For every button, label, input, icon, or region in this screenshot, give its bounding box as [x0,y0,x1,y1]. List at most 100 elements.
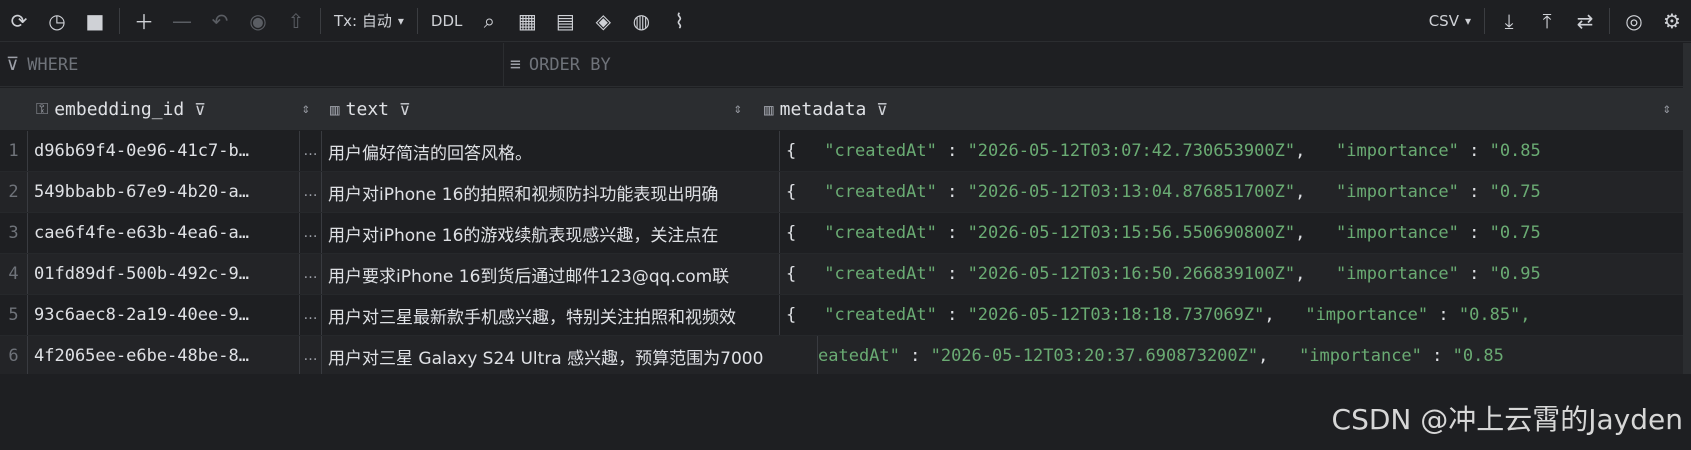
json-colon: : [1458,223,1490,243]
toolbar-divider [1609,7,1610,34]
json-comma: , [1295,223,1337,243]
text-cell[interactable]: 用户对iPhone 16的游戏续航表现感兴趣，关注点在 [322,213,780,253]
table-row[interactable]: 2 549bbabb-67e9-4b20-a… … 用户对iPhone 16的拍… [0,172,1691,213]
search-icon[interactable]: ⌕ [474,6,504,36]
column-header-metadata[interactable]: ▥ metadata ⊽ ⇕ [754,88,1691,130]
globe-icon[interactable]: ◍ [626,6,656,36]
text-cell[interactable]: 用户对iPhone 16的拍照和视频防抖功能表现出明确 [322,172,780,212]
vertical-scrollbar[interactable] [1683,43,1691,374]
table-row[interactable]: 6 4f2065ee-e6be-48be-8… … 用户对三星 Galaxy S… [0,336,1691,377]
table-row[interactable]: 3 cae6f4fe-e63b-4ea6-a… … 用户对iPhone 16的游… [0,213,1691,254]
preview-icon[interactable]: ◉ [243,6,273,36]
text-cell[interactable]: 用户偏好简洁的回答风格。 [322,131,780,171]
json-value: "0.75 [1489,182,1541,202]
metadata-cell[interactable]: { "createdAt" : "2026-05-12T03:18:18.737… [780,295,1691,335]
remove-row-icon[interactable]: — [167,6,197,36]
column-filter-icon[interactable]: ⊽ [194,100,206,119]
orderby-filter[interactable]: ≡ ORDER BY [504,43,611,86]
metadata-cell[interactable]: { "createdAt" : "2026-05-12T03:07:42.730… [780,131,1691,171]
json-colon: : [1421,346,1453,366]
embedding-id-cell[interactable]: 93c6aec8-2a19-40ee-9… [28,295,300,335]
column-label-embedding-id: embedding_id [54,98,185,120]
column-filter-icon[interactable]: ⊽ [876,100,888,119]
sort-icon[interactable]: ⇕ [1663,101,1671,117]
json-key: "importance" [1336,264,1459,284]
text-cell[interactable]: 用户要求iPhone 16到货后通过邮件123@qq.com联 [322,254,780,294]
json-key: "createdAt" [824,305,937,325]
export-format-label: CSV [1428,11,1459,30]
json-brace: { [786,305,797,325]
row-number: 3 [0,213,28,253]
embedding-id-cell[interactable]: cae6f4fe-e63b-4ea6-a… [28,213,300,253]
submit-icon[interactable]: ⇧ [281,6,311,36]
transaction-mode-label: Tx: 自动 [334,12,392,30]
table-row[interactable]: 4 01fd89df-500b-492c-9… … 用户要求iPhone 16到… [0,254,1691,295]
json-colon: : [1458,182,1490,202]
ellipsis-cell: … [300,254,322,294]
filter-icon: ⊽ [6,54,20,75]
row-number: 4 [0,254,28,294]
paint-icon[interactable]: ◈ [588,6,618,36]
download-icon[interactable]: ⤓ [1494,6,1524,36]
stop-icon[interactable]: ■ [80,6,110,36]
embedding-id-cell[interactable]: 01fd89df-500b-492c-9… [28,254,300,294]
compare-icon[interactable]: ⇄ [1570,6,1600,36]
metadata-cell[interactable]: { "createdAt" : "2026-05-12T03:16:50.266… [780,254,1691,294]
toolbar-right-group: CSV ▾ ⤓ ⤒ ⇄ ◎ ⚙ [1421,6,1691,36]
embedding-id-cell[interactable]: 4f2065ee-e6be-48be-8… [28,336,300,376]
chart-icon[interactable]: ⌇ [664,6,694,36]
transaction-mode-dropdown[interactable]: Tx: 自动 ▾ [330,6,408,36]
json-key: "createdAt" [824,223,937,243]
toolbar: ⟳ ◷ ■ ＋ — ↶ ◉ ⇧ Tx: 自动 ▾ DDL ⌕ ▦ ▤ ◈ ◍ ⌇… [0,0,1691,42]
column-icon: ▥ [330,99,340,119]
json-colon: : [1458,141,1490,161]
embedding-id-cell[interactable]: d96b69f4-0e96-41c7-b… [28,131,300,171]
refresh-icon[interactable]: ⟳ [4,6,34,36]
json-key: "importance" [1336,141,1459,161]
embedding-id-cell[interactable]: 549bbabb-67e9-4b20-a… [28,172,300,212]
column-header-text[interactable]: ▥ text ⊽ ⇕ [322,88,754,130]
sort-icon[interactable]: ⇕ [302,101,310,117]
ellipsis-cell: … [300,336,322,376]
text-cell[interactable]: 用户对三星最新款手机感兴趣，特别关注拍照和视频效 [322,295,780,335]
json-colon: : [1428,305,1459,325]
eye-icon[interactable]: ◎ [1619,6,1649,36]
filter-grid-icon[interactable]: ▦ [512,6,542,36]
json-key: "createdAt" [824,264,937,284]
revert-icon[interactable]: ↶ [205,6,235,36]
chevron-down-icon: ▾ [397,13,404,28]
json-value: "2026-05-12T03:18:18.737069Z" [967,305,1265,325]
json-colon: : [899,346,931,366]
metadata-cell[interactable]: { "createdAt" : "2026-05-12T03:15:56.550… [780,213,1691,253]
toolbar-divider [416,7,418,34]
row-number: 6 [0,336,28,376]
table-row[interactable]: 5 93c6aec8-2a19-40ee-9… … 用户对三星最新款手机感兴趣，… [0,295,1691,336]
json-brace: { [786,141,797,161]
json-value: "2026-05-12T03:07:42.730653900Z" [967,141,1296,161]
column-header-embedding-id[interactable]: ⚿ embedding_id ⊽ ⇕ [28,88,322,130]
json-comma: , [1295,182,1337,202]
json-brace: { [786,264,797,284]
toolbar-divider [1484,7,1485,34]
json-value: "0.75 [1489,223,1541,243]
where-filter[interactable]: ⊽ WHERE [0,43,504,86]
table-row[interactable]: 1 d96b69f4-0e96-41c7-b… … 用户偏好简洁的回答风格。 {… [0,131,1691,172]
column-filter-icon[interactable]: ⊽ [399,100,411,119]
history-icon[interactable]: ◷ [42,6,72,36]
text-cell[interactable]: 用户对三星 Galaxy S24 Ultra 感兴趣，预算范围为7000 [322,336,818,376]
json-comma: , [1264,305,1306,325]
metadata-cell[interactable]: eatedAt" : "2026-05-12T03:20:37.69087320… [818,336,1691,376]
json-key: "importance" [1336,223,1459,243]
watermark: CSDN @冲上云霄的Jayden [1331,403,1683,436]
json-colon: : [936,305,968,325]
json-key: "importance" [1299,346,1422,366]
metadata-cell[interactable]: { "createdAt" : "2026-05-12T03:13:04.876… [780,172,1691,212]
upload-icon[interactable]: ⤒ [1532,6,1562,36]
settings-icon[interactable]: ⚙ [1657,6,1687,36]
export-format-dropdown[interactable]: CSV ▾ [1425,6,1475,36]
view-icon[interactable]: ▤ [550,6,580,36]
sort-icon[interactable]: ⇕ [734,101,742,117]
add-row-icon[interactable]: ＋ [129,6,159,36]
json-key: eatedAt" [818,346,900,366]
ddl-button[interactable]: DDL [427,6,466,36]
